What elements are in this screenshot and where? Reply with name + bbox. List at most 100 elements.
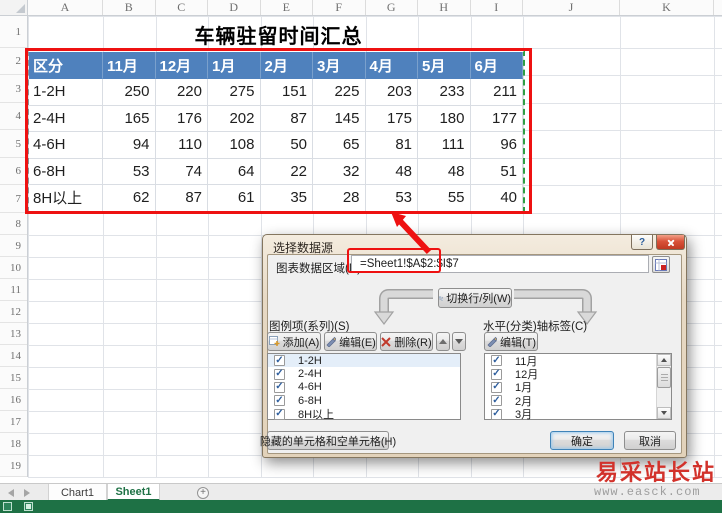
table-cell[interactable]: 62 xyxy=(103,185,156,212)
category-item[interactable]: ✓ 3月 xyxy=(485,408,656,421)
row-header[interactable]: 10 xyxy=(0,257,27,279)
table-row-label-cell[interactable]: 1-2H xyxy=(29,79,103,106)
table-cell[interactable]: 202 xyxy=(208,105,261,132)
row-header[interactable]: 11 xyxy=(0,279,27,301)
chart-data-range-input[interactable] xyxy=(351,255,649,273)
row-header[interactable]: 17 xyxy=(0,411,27,433)
column-header[interactable]: E xyxy=(261,0,313,15)
table-cell[interactable]: 53 xyxy=(103,158,156,185)
row-header[interactable]: 7 xyxy=(0,185,27,213)
cancel-button[interactable]: 取消 xyxy=(624,431,676,450)
table-header-cell[interactable]: 4月 xyxy=(365,52,418,79)
scroll-down-button[interactable] xyxy=(657,407,671,419)
row-header[interactable]: 14 xyxy=(0,345,27,367)
table-cell[interactable]: 250 xyxy=(103,79,156,106)
row-header[interactable]: 2 xyxy=(0,48,27,75)
table-cell[interactable]: 203 xyxy=(365,79,418,106)
table-cell[interactable]: 55 xyxy=(418,185,471,212)
table-row-label-cell[interactable]: 2-4H xyxy=(29,105,103,132)
column-header[interactable]: I xyxy=(471,0,523,15)
table-cell[interactable]: 177 xyxy=(470,105,523,132)
table-cell[interactable]: 175 xyxy=(365,105,418,132)
column-header[interactable]: K xyxy=(620,0,714,15)
table-header-cell[interactable]: 6月 xyxy=(470,52,523,79)
table-header-cell[interactable]: 5月 xyxy=(418,52,471,79)
row-header[interactable]: 4 xyxy=(0,103,27,130)
series-item[interactable]: ✓ 1-2H xyxy=(268,354,460,368)
row-header[interactable]: 6 xyxy=(0,158,27,185)
table-cell[interactable]: 94 xyxy=(103,132,156,159)
checkbox[interactable]: ✓ xyxy=(491,395,502,407)
column-header[interactable]: A xyxy=(28,0,103,15)
table-cell[interactable]: 87 xyxy=(155,185,208,212)
checkbox[interactable]: ✓ xyxy=(274,381,285,393)
switch-row-column-button[interactable]: 切换行/列(W) xyxy=(438,288,512,308)
table-cell[interactable]: 48 xyxy=(418,158,471,185)
remove-series-button[interactable]: 删除(R) xyxy=(380,332,433,351)
table-cell[interactable]: 48 xyxy=(365,158,418,185)
table-cell[interactable]: 220 xyxy=(155,79,208,106)
close-button[interactable] xyxy=(656,235,685,250)
table-header-cell[interactable]: 1月 xyxy=(208,52,261,79)
checkbox[interactable]: ✓ xyxy=(491,408,502,420)
table-header-cell[interactable]: 12月 xyxy=(155,52,208,79)
table-cell[interactable]: 151 xyxy=(260,79,313,106)
table-row-label-cell[interactable]: 8H以上 xyxy=(29,185,103,212)
help-button[interactable]: ? xyxy=(631,235,653,250)
hidden-empty-cells-button[interactable]: 隐藏的单元格和空单元格(H) xyxy=(260,431,396,450)
checkbox[interactable]: ✓ xyxy=(274,355,285,367)
table-header-cell[interactable]: 3月 xyxy=(313,52,366,79)
table-cell[interactable]: 22 xyxy=(260,158,313,185)
move-down-button[interactable] xyxy=(452,332,466,351)
table-cell[interactable]: 32 xyxy=(313,158,366,185)
table-cell[interactable]: 96 xyxy=(470,132,523,159)
series-item[interactable]: ✓ 8H以上 xyxy=(268,408,460,421)
scrollbar-thumb[interactable] xyxy=(657,367,671,388)
table-cell[interactable]: 50 xyxy=(260,132,313,159)
series-item[interactable]: ✓ 6-8H xyxy=(268,394,460,407)
tab-sheet1[interactable]: Sheet1 xyxy=(107,484,160,501)
table-cell[interactable]: 275 xyxy=(208,79,261,106)
category-item[interactable]: ✓ 1月 xyxy=(485,381,656,394)
table-cell[interactable]: 145 xyxy=(313,105,366,132)
column-header[interactable]: H xyxy=(418,0,471,15)
table-cell[interactable]: 111 xyxy=(418,132,471,159)
legend-series-list[interactable]: ✓ 1-2H ✓ 2-4H ✓ 4-6H ✓ 6-8H ✓ 8H以上 xyxy=(267,353,461,421)
table-cell[interactable]: 40 xyxy=(470,185,523,212)
edit-axis-labels-button[interactable]: 编辑(T) xyxy=(484,332,538,351)
row-header[interactable]: 18 xyxy=(0,433,27,455)
table-cell[interactable]: 65 xyxy=(313,132,366,159)
prev-sheet-icon[interactable] xyxy=(8,489,14,497)
column-header[interactable]: J xyxy=(523,0,620,15)
checkbox[interactable]: ✓ xyxy=(274,408,285,420)
checkbox[interactable]: ✓ xyxy=(274,395,285,407)
category-item[interactable]: ✓ 11月 xyxy=(485,354,656,368)
table-cell[interactable]: 81 xyxy=(365,132,418,159)
table-cell[interactable]: 61 xyxy=(208,185,261,212)
row-header[interactable]: 13 xyxy=(0,323,27,345)
statusbar-icon[interactable] xyxy=(3,502,12,511)
series-item[interactable]: ✓ 2-4H xyxy=(268,367,460,380)
new-sheet-button[interactable]: + xyxy=(197,487,209,499)
checkbox[interactable]: ✓ xyxy=(274,368,285,380)
table-header-cell[interactable]: 区分 xyxy=(29,52,103,79)
row-header[interactable]: 1 xyxy=(0,16,27,48)
add-series-button[interactable]: 添加(A) xyxy=(267,332,321,351)
tab-chart1[interactable]: Chart1 xyxy=(48,484,107,501)
row-header[interactable]: 19 xyxy=(0,455,27,477)
table-cell[interactable]: 110 xyxy=(155,132,208,159)
scroll-up-button[interactable] xyxy=(657,354,671,366)
move-up-button[interactable] xyxy=(436,332,450,351)
table-cell[interactable]: 165 xyxy=(103,105,156,132)
table-cell[interactable]: 51 xyxy=(470,158,523,185)
collapse-dialog-button[interactable] xyxy=(652,256,670,273)
category-item[interactable]: ✓ 2月 xyxy=(485,394,656,408)
table-row-label-cell[interactable]: 4-6H xyxy=(29,132,103,159)
row-header[interactable]: 16 xyxy=(0,389,27,411)
table-cell[interactable]: 64 xyxy=(208,158,261,185)
table-cell[interactable]: 176 xyxy=(155,105,208,132)
edit-series-button[interactable]: 编辑(E) xyxy=(324,332,377,351)
table-cell[interactable]: 211 xyxy=(470,79,523,106)
axis-labels-list[interactable]: ✓ 11月 ✓ 12月 ✓ 1月 ✓ 2月 ✓ 3月 xyxy=(484,353,672,421)
table-cell[interactable]: 53 xyxy=(365,185,418,212)
